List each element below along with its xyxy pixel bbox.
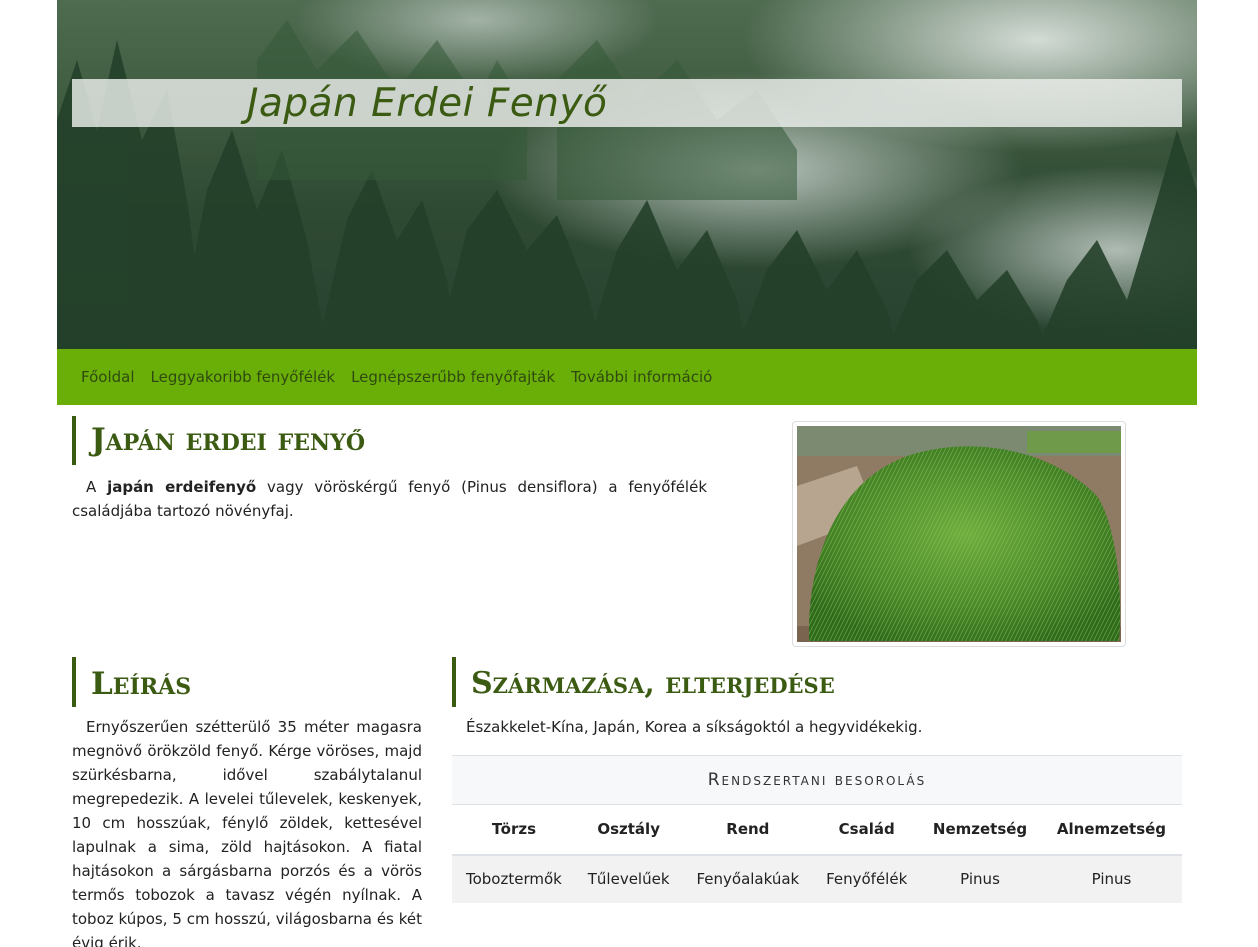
taxonomy-caption: Rendszertani besorolás [452,755,1182,804]
table-cell: Fenyőfélék [814,854,920,903]
forest-background-image [57,20,1197,349]
pine-shrub-image [797,426,1121,642]
table-cell: Fenyőalakúak [681,854,815,903]
table-cell: Tűlevelűek [575,854,682,903]
origin-paragraph: Északkelet-Kína, Japán, Korea a síkságok… [466,718,923,736]
column-header: Család [814,804,920,856]
hero-banner: Japán Erdei Fenyő [57,0,1197,349]
table-cell: Pinus [919,854,1041,903]
intro-prefix: A [86,478,108,496]
column-header: Rend [681,804,815,856]
intro-paragraph: A japán erdeifenyő vagy vöröskérgű fenyő… [72,475,707,523]
description-heading: Leírás [72,657,191,707]
nav-item-common-conifers[interactable]: Leggyakoribb fenyőfélék [143,368,344,386]
taxonomy-table: Rendszertani besorolás Törzs Osztály Ren… [452,755,1182,903]
page-heading: Japán erdei fenyő [72,416,365,465]
table-cell: Toboztermők [452,854,576,903]
intro-bold-term: japán erdeifenyő [107,478,257,496]
description-paragraph: Ernyőszerűen szétterülő 35 méter magasra… [72,718,422,947]
nav-item-more-info[interactable]: További információ [563,368,720,386]
nav-item-popular-varieties[interactable]: Legnépszerűbb fenyőfajták [343,368,563,386]
column-header: Alnemzetség [1040,804,1182,856]
table-header-row: Törzs Osztály Rend Család Nemzetség Alne… [452,804,1182,856]
table-row: Toboztermők Tűlevelűek Fenyőalakúak Feny… [452,854,1182,903]
column-header: Nemzetség [919,804,1041,856]
table-cell: Pinus [1040,854,1182,903]
nav-item-home[interactable]: Főoldal [73,368,143,386]
main-navbar: Főoldal Leggyakoribb fenyőfélék Legnépsz… [57,349,1197,405]
column-header: Törzs [452,804,576,856]
site-title: Japán Erdei Fenyő [247,81,608,126]
hero-title-bar: Japán Erdei Fenyő [72,79,1182,127]
pine-photo [792,421,1126,647]
origin-heading: Származása, elterjedése [452,657,835,707]
column-header: Osztály [575,804,682,856]
